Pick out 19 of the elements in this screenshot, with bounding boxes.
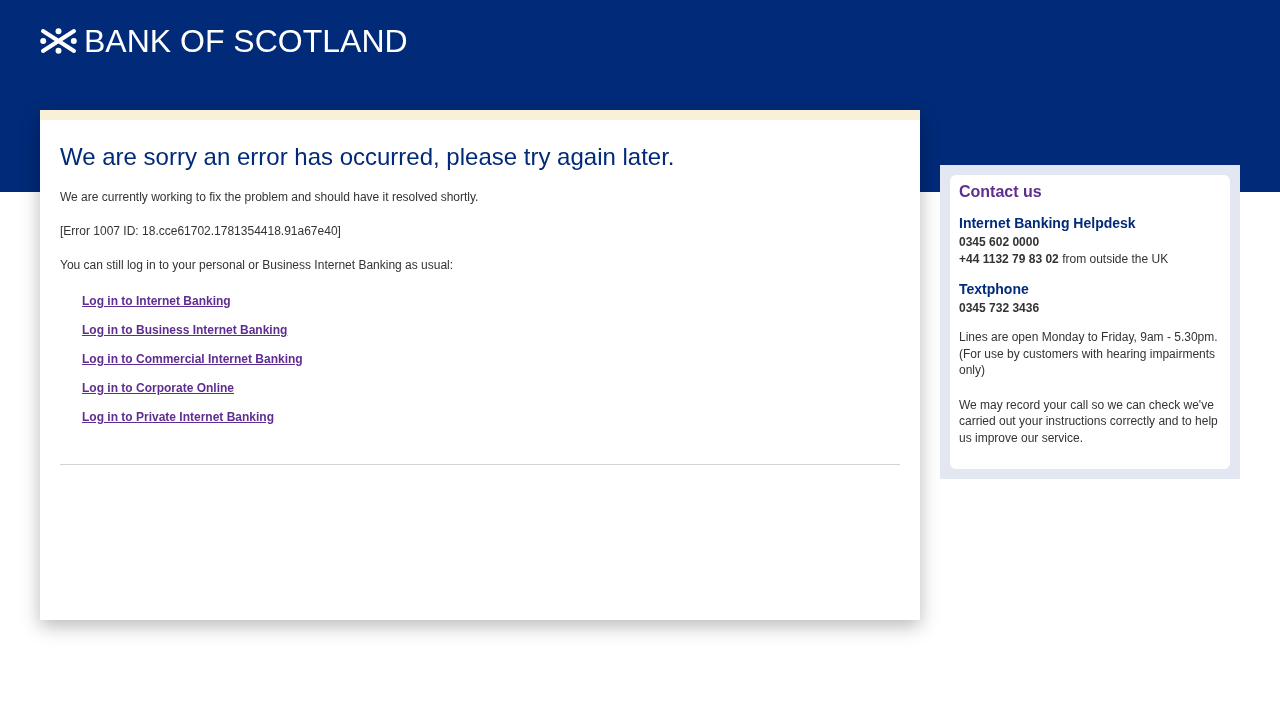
contact-heading: Textphone xyxy=(959,280,1030,298)
login-link[interactable]: Log in to Commercial Internet Banking xyxy=(82,351,303,367)
contact-heading: Internet Banking Helpdesk xyxy=(959,214,1137,232)
phone-number: +44 1132 79 83 02 from outside the UK xyxy=(959,251,1170,268)
contact-title: Contact us xyxy=(959,182,1043,202)
login-link[interactable]: Log in to Internet Banking xyxy=(82,293,231,309)
phone-number: 0345 602 0000 xyxy=(959,234,1041,251)
error-message: You can still log in to your personal or Business Internet Banking as usual: xyxy=(60,257,455,273)
error-message: [Error 1007 ID: 18.cce61702.1781354418.91a67e40] xyxy=(60,223,342,239)
phone-number: 0345 732 3436 xyxy=(959,300,1041,317)
error-message: We are currently working to fix the problem and should have it resolved shortly. xyxy=(60,189,480,205)
contact-note: Lines are open Monday to Friday, 9am - 5.30pm. (For use by customers with hearing impairments only) xyxy=(959,329,1219,379)
brand-name: BANK OF SCOTLAND xyxy=(84,25,408,57)
cross-logo-icon xyxy=(40,28,77,54)
error-title: We are sorry an error has occurred, please try again later. xyxy=(60,143,676,171)
login-link[interactable]: Log in to Business Internet Banking xyxy=(82,322,288,338)
contact-note: We may record your call so we can check we've carried out your instructions correctly and to help us improve our service. xyxy=(959,396,1219,446)
login-link[interactable]: Log in to Corporate Online xyxy=(82,380,234,396)
login-link[interactable]: Log in to Private Internet Banking xyxy=(82,409,275,425)
